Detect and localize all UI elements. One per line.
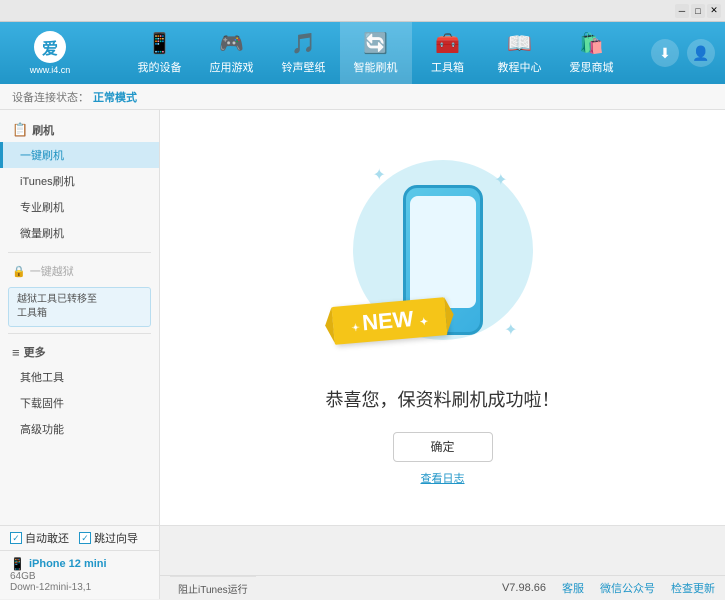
- status-bar: 阻止iTunes运行 V7.98.66 客服 微信公众号 检查更新: [160, 575, 725, 599]
- status-left: 阻止iTunes运行: [170, 576, 256, 600]
- nav-my-device[interactable]: 📱 我的设备: [124, 22, 196, 84]
- service-link[interactable]: 客服: [562, 580, 584, 596]
- lock-icon: 🔒: [12, 265, 26, 278]
- close-button[interactable]: ✕: [707, 4, 721, 18]
- sidebar-divider-1: [8, 252, 151, 253]
- new-badge-stars-bottom: ✦: [419, 316, 428, 328]
- nav-tutorial[interactable]: 📖 教程中心: [484, 22, 556, 84]
- sidebar-item-itunes[interactable]: iTunes刷机: [0, 168, 159, 194]
- sidebar-section-more-label: 更多: [24, 344, 46, 360]
- nav-ringtone[interactable]: 🎵 铃声壁纸: [268, 22, 340, 84]
- sparkle-1: ✦: [373, 165, 386, 185]
- sidebar-section-flash: 📋 刷机: [0, 118, 159, 142]
- ringtone-icon: 🎵: [291, 31, 316, 56]
- sparkle-2: ✦: [494, 170, 507, 190]
- header-actions: ⬇ 👤: [651, 39, 725, 67]
- itunes-toggle[interactable]: 阻止iTunes运行: [170, 576, 256, 600]
- nav-mall[interactable]: 🛍️ 爱思商城: [556, 22, 628, 84]
- my-device-icon: 📱: [147, 31, 172, 56]
- sidebar: 📋 刷机 一键刷机 iTunes刷机 专业刷机 微量刷机 🔒 一键越狱 越狱工具…: [0, 110, 160, 525]
- sidebar-locked-jailbreak: 🔒 一键越狱: [0, 259, 159, 283]
- sidebar-section-more: ≡ 更多: [0, 340, 159, 364]
- nav-smart-flash-label: 智能刷机: [354, 59, 398, 75]
- new-badge-stars-top: ✦: [351, 322, 363, 334]
- version-label: V7.98.66: [502, 582, 546, 594]
- nav-mall-label: 爱思商城: [570, 59, 614, 75]
- toolbox-icon: 🧰: [435, 31, 460, 56]
- smart-flash-icon: 🔄: [363, 31, 388, 56]
- device-section: 📱 iPhone 12 mini 64GB Down-12mini-13,1: [0, 550, 159, 599]
- skip-wizard-label: 跳过向导: [94, 530, 138, 546]
- nav-app-game-label: 应用游戏: [210, 59, 254, 75]
- sidebar-item-pro[interactable]: 专业刷机: [0, 194, 159, 220]
- nav-bar: 📱 我的设备 🎮 应用游戏 🎵 铃声壁纸 🔄 智能刷机 🧰 工具箱 📖 教程中心…: [100, 22, 651, 84]
- sidebar-item-micro[interactable]: 微量刷机: [0, 220, 159, 246]
- phone-screen: [410, 196, 476, 308]
- title-bar: ─ □ ✕: [0, 0, 725, 22]
- sidebar-section-flash-label: 刷机: [32, 122, 54, 138]
- logo-area[interactable]: 爱 www.i4.cn: [0, 23, 100, 83]
- sidebar-item-one-click[interactable]: 一键刷机: [0, 142, 159, 168]
- wechat-link[interactable]: 微信公众号: [600, 580, 655, 596]
- content-wrapper: ✦ ✦ ✦ ✦ NEW ✦ 恭喜您，保资料刷机成功啦！ 确定 查看日志: [160, 110, 725, 525]
- auto-flash-label: 自动敢还: [25, 530, 69, 546]
- sidebar-item-download-fw[interactable]: 下载固件: [0, 390, 159, 416]
- mall-icon: 🛍️: [579, 31, 604, 56]
- new-badge-text: NEW: [361, 305, 414, 334]
- nav-smart-flash[interactable]: 🔄 智能刷机: [340, 22, 412, 84]
- checkbox-area: ✓ 自动敢还 ✓ 跳过向导: [0, 526, 159, 550]
- header: 爱 www.i4.cn 📱 我的设备 🎮 应用游戏 🎵 铃声壁纸 🔄 智能刷机 …: [0, 22, 725, 84]
- connection-bar: 设备连接状态： 正常模式: [0, 84, 725, 110]
- logo-icon: 爱: [34, 31, 66, 63]
- sidebar-item-advanced[interactable]: 高级功能: [0, 416, 159, 442]
- user-button[interactable]: 👤: [687, 39, 715, 67]
- sidebar-divider-2: [8, 333, 151, 334]
- nav-toolbox[interactable]: 🧰 工具箱: [412, 22, 484, 84]
- logo-url: www.i4.cn: [30, 65, 71, 75]
- device-phone-icon: 📱: [10, 557, 25, 571]
- success-message: 恭喜您，保资料刷机成功啦！: [326, 386, 560, 412]
- flash-section-icon: 📋: [12, 122, 28, 138]
- nav-toolbox-label: 工具箱: [431, 59, 464, 75]
- status-right: V7.98.66 客服 微信公众号 检查更新: [502, 580, 715, 596]
- auto-flash-check-icon: ✓: [10, 532, 22, 544]
- sidebar-item-other-tools[interactable]: 其他工具: [0, 364, 159, 390]
- minimize-button[interactable]: ─: [675, 4, 689, 18]
- nav-tutorial-label: 教程中心: [498, 59, 542, 75]
- update-link[interactable]: 检查更新: [671, 580, 715, 596]
- conn-value: 正常模式: [93, 89, 137, 105]
- bottom-right: 阻止iTunes运行 V7.98.66 客服 微信公众号 检查更新: [160, 526, 725, 599]
- auto-flash-checkbox[interactable]: ✓ 自动敢还: [10, 530, 69, 546]
- nav-app-game[interactable]: 🎮 应用游戏: [196, 22, 268, 84]
- more-section-icon: ≡: [12, 345, 20, 360]
- bottom-row: ✓ 自动敢还 ✓ 跳过向导 📱 iPhone 12 mini 64GB Down…: [0, 525, 725, 599]
- bottom-left: ✓ 自动敢还 ✓ 跳过向导 📱 iPhone 12 mini 64GB Down…: [0, 526, 160, 599]
- skip-wizard-check-icon: ✓: [79, 532, 91, 544]
- main-area: 📋 刷机 一键刷机 iTunes刷机 专业刷机 微量刷机 🔒 一键越狱 越狱工具…: [0, 110, 725, 525]
- tutorial-icon: 📖: [507, 31, 532, 56]
- download-button[interactable]: ⬇: [651, 39, 679, 67]
- confirm-button[interactable]: 确定: [393, 432, 493, 462]
- content-area: ✦ ✦ ✦ ✦ NEW ✦ 恭喜您，保资料刷机成功啦！ 确定 查看日志: [160, 110, 725, 525]
- nav-my-device-label: 我的设备: [138, 59, 182, 75]
- itunes-toggle-label: 阻止iTunes运行: [178, 581, 248, 596]
- log-link[interactable]: 查看日志: [421, 470, 465, 486]
- device-storage: 64GB: [10, 571, 149, 582]
- conn-label: 设备连接状态：: [12, 89, 89, 105]
- skip-wizard-checkbox[interactable]: ✓ 跳过向导: [79, 530, 138, 546]
- device-firmware: Down-12mini-13,1: [10, 582, 149, 593]
- app-game-icon: 🎮: [219, 31, 244, 56]
- sparkle-3: ✦: [504, 320, 517, 340]
- maximize-button[interactable]: □: [691, 4, 705, 18]
- sidebar-note-jailbreak: 越狱工具已转移至工具箱: [8, 287, 151, 327]
- device-name: iPhone 12 mini: [29, 558, 107, 570]
- phone-illustration: ✦ ✦ ✦ ✦ NEW ✦: [343, 150, 543, 370]
- nav-ringtone-label: 铃声壁纸: [282, 59, 326, 75]
